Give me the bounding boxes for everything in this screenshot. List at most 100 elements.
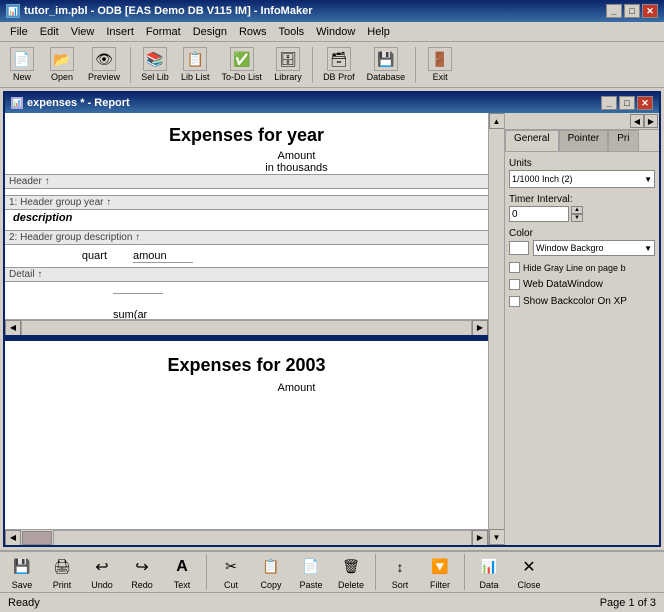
print-button[interactable]: 🖨 Print — [44, 553, 80, 592]
units-label: Units — [509, 158, 655, 169]
close-bottom-button[interactable]: ✕ Close — [511, 553, 547, 592]
bottom-hscroll-left[interactable]: ◀ — [5, 530, 21, 546]
text-button[interactable]: A Text — [164, 553, 200, 592]
vscroll-down-btn[interactable]: ▼ — [489, 529, 505, 545]
units-select[interactable]: 1/1000 Inch (2) ▼ — [509, 170, 655, 188]
title-bar-buttons: _ □ ✕ — [606, 4, 658, 18]
save-label: Save — [12, 580, 33, 590]
library-button[interactable]: 🗄 Library — [270, 45, 306, 84]
top-hscroll[interactable]: ◀ ▶ — [5, 319, 488, 335]
units-dropdown-arrow[interactable]: ▼ — [644, 175, 652, 184]
sum-row: sum(ar — [5, 304, 488, 319]
exit-button[interactable]: 🚪 Exit — [422, 45, 458, 84]
lib-list-button[interactable]: 📋 Lib List — [177, 45, 214, 84]
web-dw-row: Web DataWindow — [509, 279, 655, 290]
bottom-hscroll[interactable]: ◀ ▶ — [5, 529, 488, 545]
timer-spinner-buttons: ▲ ▼ — [571, 206, 583, 222]
paste-icon: 📄 — [299, 555, 323, 579]
menu-design[interactable]: Design — [187, 24, 233, 40]
preview-area: Expenses for 2003 Amount — [5, 341, 488, 529]
filter-button[interactable]: 🔽 Filter — [422, 553, 458, 592]
color-dropdown-arrow[interactable]: ▼ — [644, 244, 652, 253]
undo-button[interactable]: ↩ Undo — [84, 553, 120, 592]
lib-list-icon: 📋 — [183, 47, 207, 71]
open-button[interactable]: 📂 Open — [44, 45, 80, 84]
to-do-list-button[interactable]: ✅ To-Do List — [218, 45, 267, 84]
redo-label: Redo — [131, 580, 153, 590]
database-button[interactable]: 💾 Database — [363, 45, 410, 84]
menu-format[interactable]: Format — [140, 24, 187, 40]
db-prof-button[interactable]: 🗃 DB Prof — [319, 45, 359, 84]
doc-minimize-button[interactable]: _ — [601, 96, 617, 110]
bottom-hscroll-track[interactable] — [53, 530, 472, 546]
cut-icon: ✂ — [219, 555, 243, 579]
save-button[interactable]: 💾 Save — [4, 553, 40, 592]
menu-insert[interactable]: Insert — [100, 24, 140, 40]
color-select[interactable]: Window Backgro ▼ — [533, 240, 655, 256]
menu-tools[interactable]: Tools — [272, 24, 310, 40]
library-label: Library — [274, 72, 302, 82]
show-backcolor-row: Show Backcolor On XP — [509, 296, 655, 307]
main-toolbar: 📄 New 📂 Open 👁 Preview 📚 Sel Lib 📋 Lib L… — [0, 42, 664, 88]
cut-button[interactable]: ✂ Cut — [213, 553, 249, 592]
menu-window[interactable]: Window — [310, 24, 361, 40]
sel-lib-button[interactable]: 📚 Sel Lib — [137, 45, 173, 84]
detail-header-row: quart amoun — [5, 245, 488, 267]
timer-input[interactable] — [509, 206, 569, 222]
toolbar-sep-1 — [130, 47, 131, 83]
copy-icon: 📋 — [259, 555, 283, 579]
color-value: Window Backgro — [536, 243, 644, 253]
redo-button[interactable]: ↪ Redo — [124, 553, 160, 592]
menu-file[interactable]: File — [4, 24, 34, 40]
tab-scroll-left[interactable]: ◀ — [630, 114, 644, 128]
app-title: tutor_im.pbl - ODB [EAS Demo DB V115 IM]… — [24, 5, 312, 17]
web-dw-label: Web DataWindow — [523, 279, 603, 290]
hscroll-right-btn[interactable]: ▶ — [472, 320, 488, 336]
delete-button[interactable]: 🗑 Delete — [333, 553, 369, 592]
hide-gray-checkbox[interactable] — [509, 262, 520, 273]
menu-help[interactable]: Help — [361, 24, 396, 40]
color-label: Color — [509, 228, 655, 239]
timer-down-button[interactable]: ▼ — [571, 214, 583, 222]
bottom-hscroll-right[interactable]: ▶ — [472, 530, 488, 546]
tab-scroll-right[interactable]: ▶ — [644, 114, 658, 128]
hscroll-thumb[interactable] — [22, 531, 52, 545]
hscroll-track[interactable] — [21, 320, 472, 336]
sort-button[interactable]: ↕ Sort — [382, 553, 418, 592]
document-title-bar: 📊 expenses * - Report _ □ ✕ — [5, 93, 659, 113]
menu-rows[interactable]: Rows — [233, 24, 273, 40]
open-icon: 📂 — [50, 47, 74, 71]
report-main-title: Expenses for year — [5, 113, 488, 150]
timer-up-button[interactable]: ▲ — [571, 206, 583, 214]
lib-list-label: Lib List — [181, 72, 210, 82]
tab-pointer[interactable]: Pointer — [559, 130, 609, 151]
doc-maximize-button[interactable]: □ — [619, 96, 635, 110]
minimize-button[interactable]: _ — [606, 4, 622, 18]
hscroll-left-btn[interactable]: ◀ — [5, 320, 21, 336]
new-button[interactable]: 📄 New — [4, 45, 40, 84]
close-button[interactable]: ✕ — [642, 4, 658, 18]
show-backcolor-checkbox[interactable] — [509, 296, 520, 307]
preview-button[interactable]: 👁 Preview — [84, 45, 124, 84]
paste-button[interactable]: 📄 Paste — [293, 553, 329, 592]
maximize-button[interactable]: □ — [624, 4, 640, 18]
copy-button[interactable]: 📋 Copy — [253, 553, 289, 592]
sort-label: Sort — [392, 580, 409, 590]
vscroll-up-btn[interactable]: ▲ — [489, 113, 505, 129]
menu-edit[interactable]: Edit — [34, 24, 65, 40]
tab-general[interactable]: General — [505, 130, 559, 151]
doc-close-button[interactable]: ✕ — [637, 96, 653, 110]
data-button[interactable]: 📊 Data — [471, 553, 507, 592]
data-label: Data — [479, 580, 498, 590]
color-swatch[interactable] — [509, 241, 529, 255]
vscroll-track[interactable] — [489, 129, 504, 529]
bottom-sep-1 — [206, 554, 207, 590]
open-label: Open — [51, 72, 73, 82]
menu-view[interactable]: View — [65, 24, 101, 40]
web-dw-checkbox[interactable] — [509, 279, 520, 290]
tab-pri[interactable]: Pri — [608, 130, 638, 151]
hide-gray-label: Hide Gray Line on page b — [523, 263, 626, 273]
db-prof-icon: 🗃 — [327, 47, 351, 71]
text-label: Text — [174, 580, 191, 590]
hide-gray-row: Hide Gray Line on page b — [509, 262, 655, 273]
